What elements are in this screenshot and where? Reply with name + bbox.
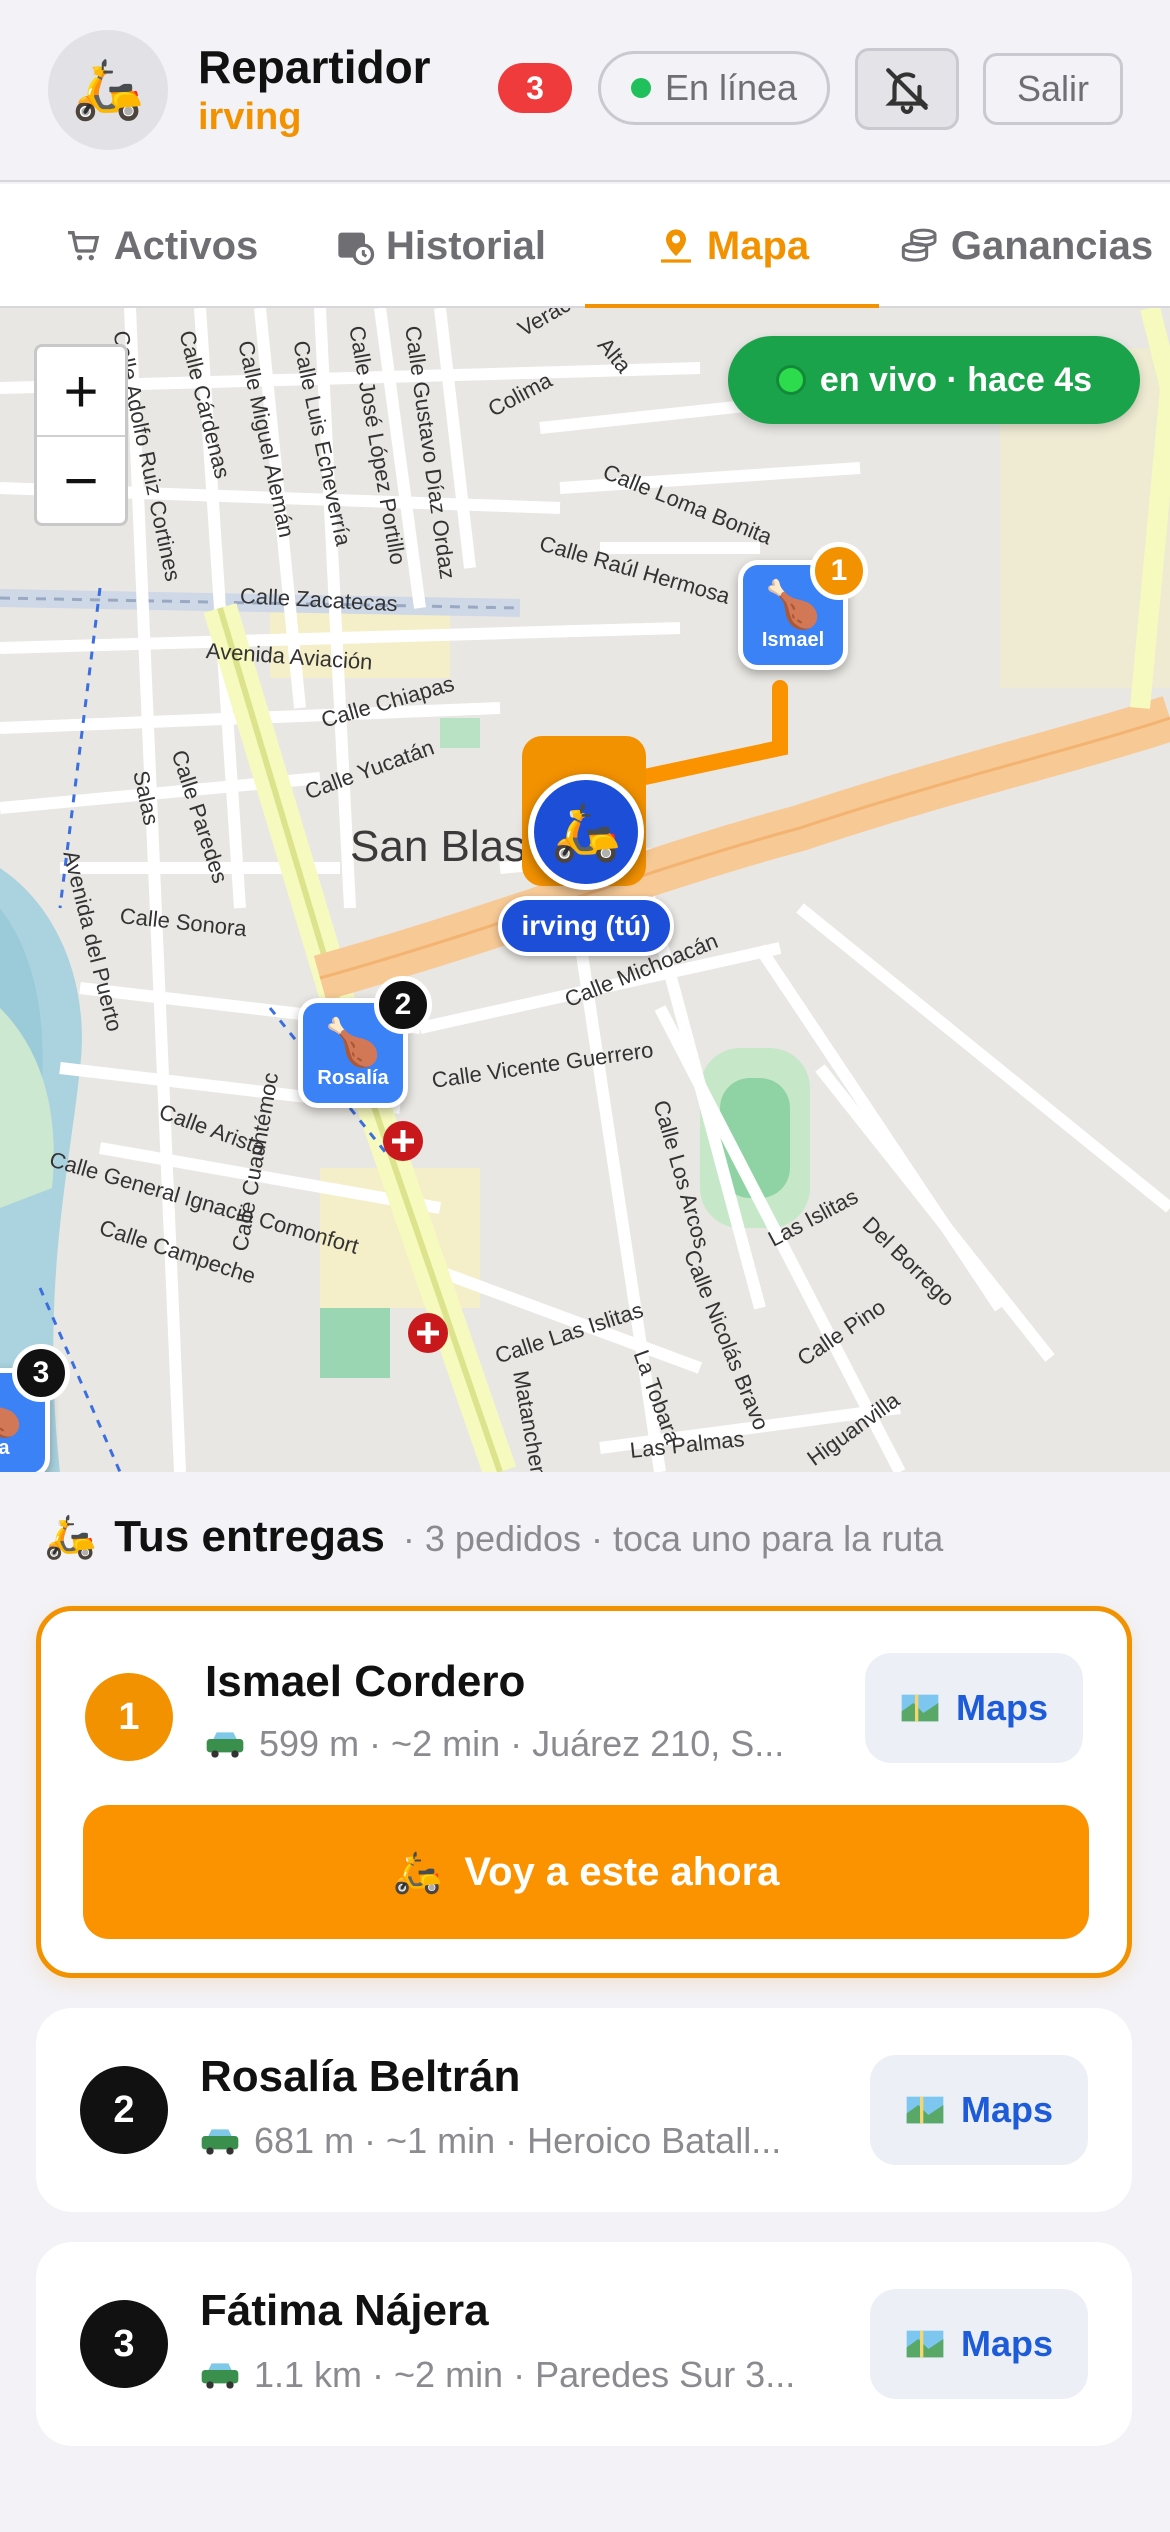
pin-label: Rosalía (317, 1066, 389, 1089)
status-label: En línea (664, 67, 798, 108)
open-maps-button[interactable]: Maps (870, 2055, 1088, 2165)
maps-label: Maps (955, 1687, 1049, 1728)
delivery-info-text: 1.1 km · ~2 min · Paredes Sur 3... (254, 2354, 796, 2395)
map-street-layer (0, 308, 1170, 1472)
scooter-icon: 🛵 (71, 57, 145, 122)
delivery-card-3[interactable]: 3 Fátima Nájera 1.1 km · ~2 min · Parede… (36, 2242, 1132, 2446)
pin-number-badge: 2 (374, 976, 432, 1034)
maps-label: Maps (960, 2323, 1054, 2364)
live-dot-icon (775, 365, 806, 395)
delivery-info-text: 681 m · ~1 min · Heroico Batall... (254, 2120, 782, 2161)
notification-badge[interactable]: 3 (498, 63, 572, 113)
delivery-card-2[interactable]: 2 Rosalía Beltrán 681 m · ~1 min · Heroi… (36, 2008, 1132, 2212)
open-maps-button[interactable]: Maps (865, 1653, 1083, 1763)
deliveries-subtitle: · 3 pedidos · toca uno para la ruta (402, 1518, 944, 1559)
deliveries-title: Tus entregas (114, 1512, 385, 1561)
map-icon (901, 1694, 939, 1722)
zoom-control: + − (34, 344, 128, 526)
scooter-icon: 🛵 (392, 1850, 443, 1895)
tab-label: Historial (385, 223, 547, 268)
map-icon (906, 2330, 944, 2358)
map-icon (906, 2096, 944, 2124)
customer-name: Fátima Nájera (200, 2286, 489, 2335)
calendar-clock-icon (334, 225, 376, 267)
tab-mapa[interactable]: Mapa (585, 184, 879, 310)
car-icon (206, 1732, 244, 1758)
pin-label: Ismael (761, 628, 825, 651)
car-icon (201, 2129, 239, 2155)
delivery-map[interactable]: Calle Adolfo Ruiz Cortines Calle Cárdena… (0, 308, 1170, 1472)
customer-name: Rosalía Beltrán (200, 2052, 521, 2101)
tab-historial[interactable]: Historial (320, 184, 560, 308)
tab-label: Ganancias (950, 223, 1154, 268)
chicken-leg-icon: 🍗 (324, 1015, 382, 1068)
cart-icon (62, 225, 104, 267)
avatar: 🛵 (48, 30, 168, 150)
delivery-card-1[interactable]: 1 Ismael Cordero 599 m · ~2 min · Juárez… (36, 1606, 1132, 1978)
car-icon (201, 2363, 239, 2389)
zoom-in-button[interactable]: + (37, 347, 125, 435)
open-maps-button[interactable]: Maps (870, 2289, 1088, 2399)
tab-activos[interactable]: Activos (30, 184, 290, 308)
coins-icon (899, 225, 941, 267)
tab-bar: Activos Historial Mapa Ganancias (0, 184, 1170, 310)
online-status-toggle[interactable]: En línea (598, 51, 830, 125)
tab-ganancias[interactable]: Ganancias (895, 184, 1157, 308)
area-label: San Blas (350, 822, 527, 871)
delivery-info: 599 m · ~2 min · Juárez 210, S... (205, 1723, 865, 1765)
bell-off-icon (885, 68, 929, 114)
pin-label: ma (0, 1436, 10, 1459)
delivery-info: 1.1 km · ~2 min · Paredes Sur 3... (200, 2354, 860, 2396)
delivery-number: 1 (85, 1673, 173, 1761)
chicken-leg-icon: 🍗 (764, 577, 822, 630)
username: irving (198, 96, 302, 138)
delivery-info-text: 599 m · ~2 min · Juárez 210, S... (259, 1723, 785, 1764)
logout-button[interactable]: Salir (983, 53, 1123, 125)
customer-name: Ismael Cordero (205, 1657, 526, 1706)
scooter-icon: 🛵 (551, 800, 621, 863)
delivery-info: 681 m · ~1 min · Heroico Batall... (200, 2120, 860, 2162)
role-title: Repartidor (198, 41, 431, 93)
status-dot-icon (630, 78, 651, 98)
delivery-number: 2 (80, 2066, 168, 2154)
pin-number-badge: 1 (810, 542, 868, 600)
maps-label: Maps (960, 2089, 1054, 2130)
delivery-number: 3 (80, 2300, 168, 2388)
go-now-button[interactable]: 🛵 Voy a este ahora (83, 1805, 1089, 1939)
go-now-label: Voy a este ahora (464, 1849, 780, 1894)
zoom-out-button[interactable]: − (37, 435, 125, 523)
deliveries-header: 🛵 Tus entregas · 3 pedidos · toca uno pa… (44, 1512, 943, 1562)
current-location-marker[interactable]: 🛵 (528, 774, 644, 890)
pin-number-badge: 3 (12, 1344, 70, 1402)
live-status-badge: en vivo · hace 4s (728, 336, 1140, 424)
tab-label: Mapa (706, 223, 810, 268)
live-status-label: en vivo · hace 4s (819, 360, 1093, 399)
tab-label: Activos (113, 223, 259, 268)
mute-notifications-button[interactable] (855, 48, 959, 130)
app-header: 🛵 Repartidor irving 3 En línea Salir (0, 0, 1170, 182)
map-pin-icon (655, 225, 697, 267)
current-location-label: irving (tú) (498, 896, 674, 956)
scooter-icon: 🛵 (44, 1513, 97, 1560)
